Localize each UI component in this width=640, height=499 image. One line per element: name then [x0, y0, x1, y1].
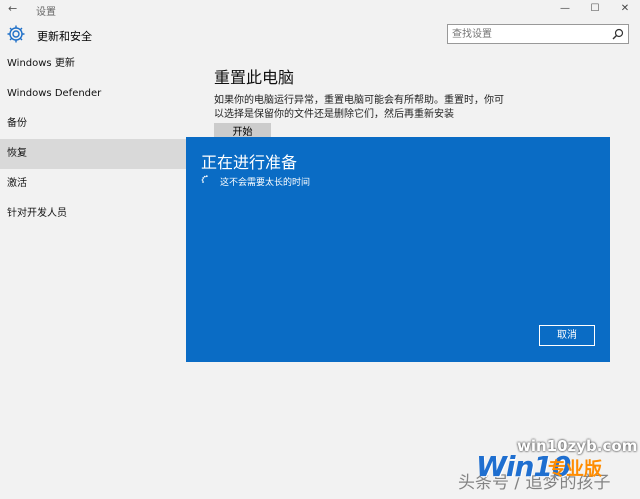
spinner-icon: [201, 175, 208, 183]
sidebar-item-windows-update[interactable]: Windows 更新: [0, 49, 199, 79]
maximize-button[interactable]: ☐: [580, 0, 610, 18]
cancel-button[interactable]: 取消: [539, 325, 595, 346]
section-title: 更新和安全: [37, 30, 92, 43]
sidebar-item-windows-defender[interactable]: Windows Defender: [0, 79, 199, 109]
sidebar: Windows 更新 Windows Defender 备份 恢复 激活 针对开…: [0, 49, 199, 499]
watermark-brand-suffix: 专业版: [548, 459, 602, 480]
sidebar-item-for-developers[interactable]: 针对开发人员: [0, 199, 199, 229]
page-title: 重置此电脑: [214, 68, 295, 87]
search-box[interactable]: [447, 24, 629, 44]
sidebar-item-recovery[interactable]: 恢复: [0, 139, 199, 169]
window-title: 设置: [36, 7, 56, 18]
minimize-button[interactable]: —: [550, 0, 580, 18]
close-button[interactable]: ✕: [610, 0, 640, 18]
back-button[interactable]: ←: [8, 2, 17, 15]
reset-dialog: 正在进行准备 这不会需要太长的时间 取消: [186, 137, 610, 362]
dialog-title: 正在进行准备: [201, 153, 298, 172]
sidebar-item-activation[interactable]: 激活: [0, 169, 199, 199]
search-icon[interactable]: [612, 28, 624, 40]
sidebar-item-backup[interactable]: 备份: [0, 109, 199, 139]
title-bar: ← 设置 — ☐ ✕: [0, 0, 640, 18]
gear-icon: [7, 25, 25, 43]
dialog-message: 这不会需要太长的时间: [220, 178, 311, 188]
search-input[interactable]: [452, 25, 602, 43]
